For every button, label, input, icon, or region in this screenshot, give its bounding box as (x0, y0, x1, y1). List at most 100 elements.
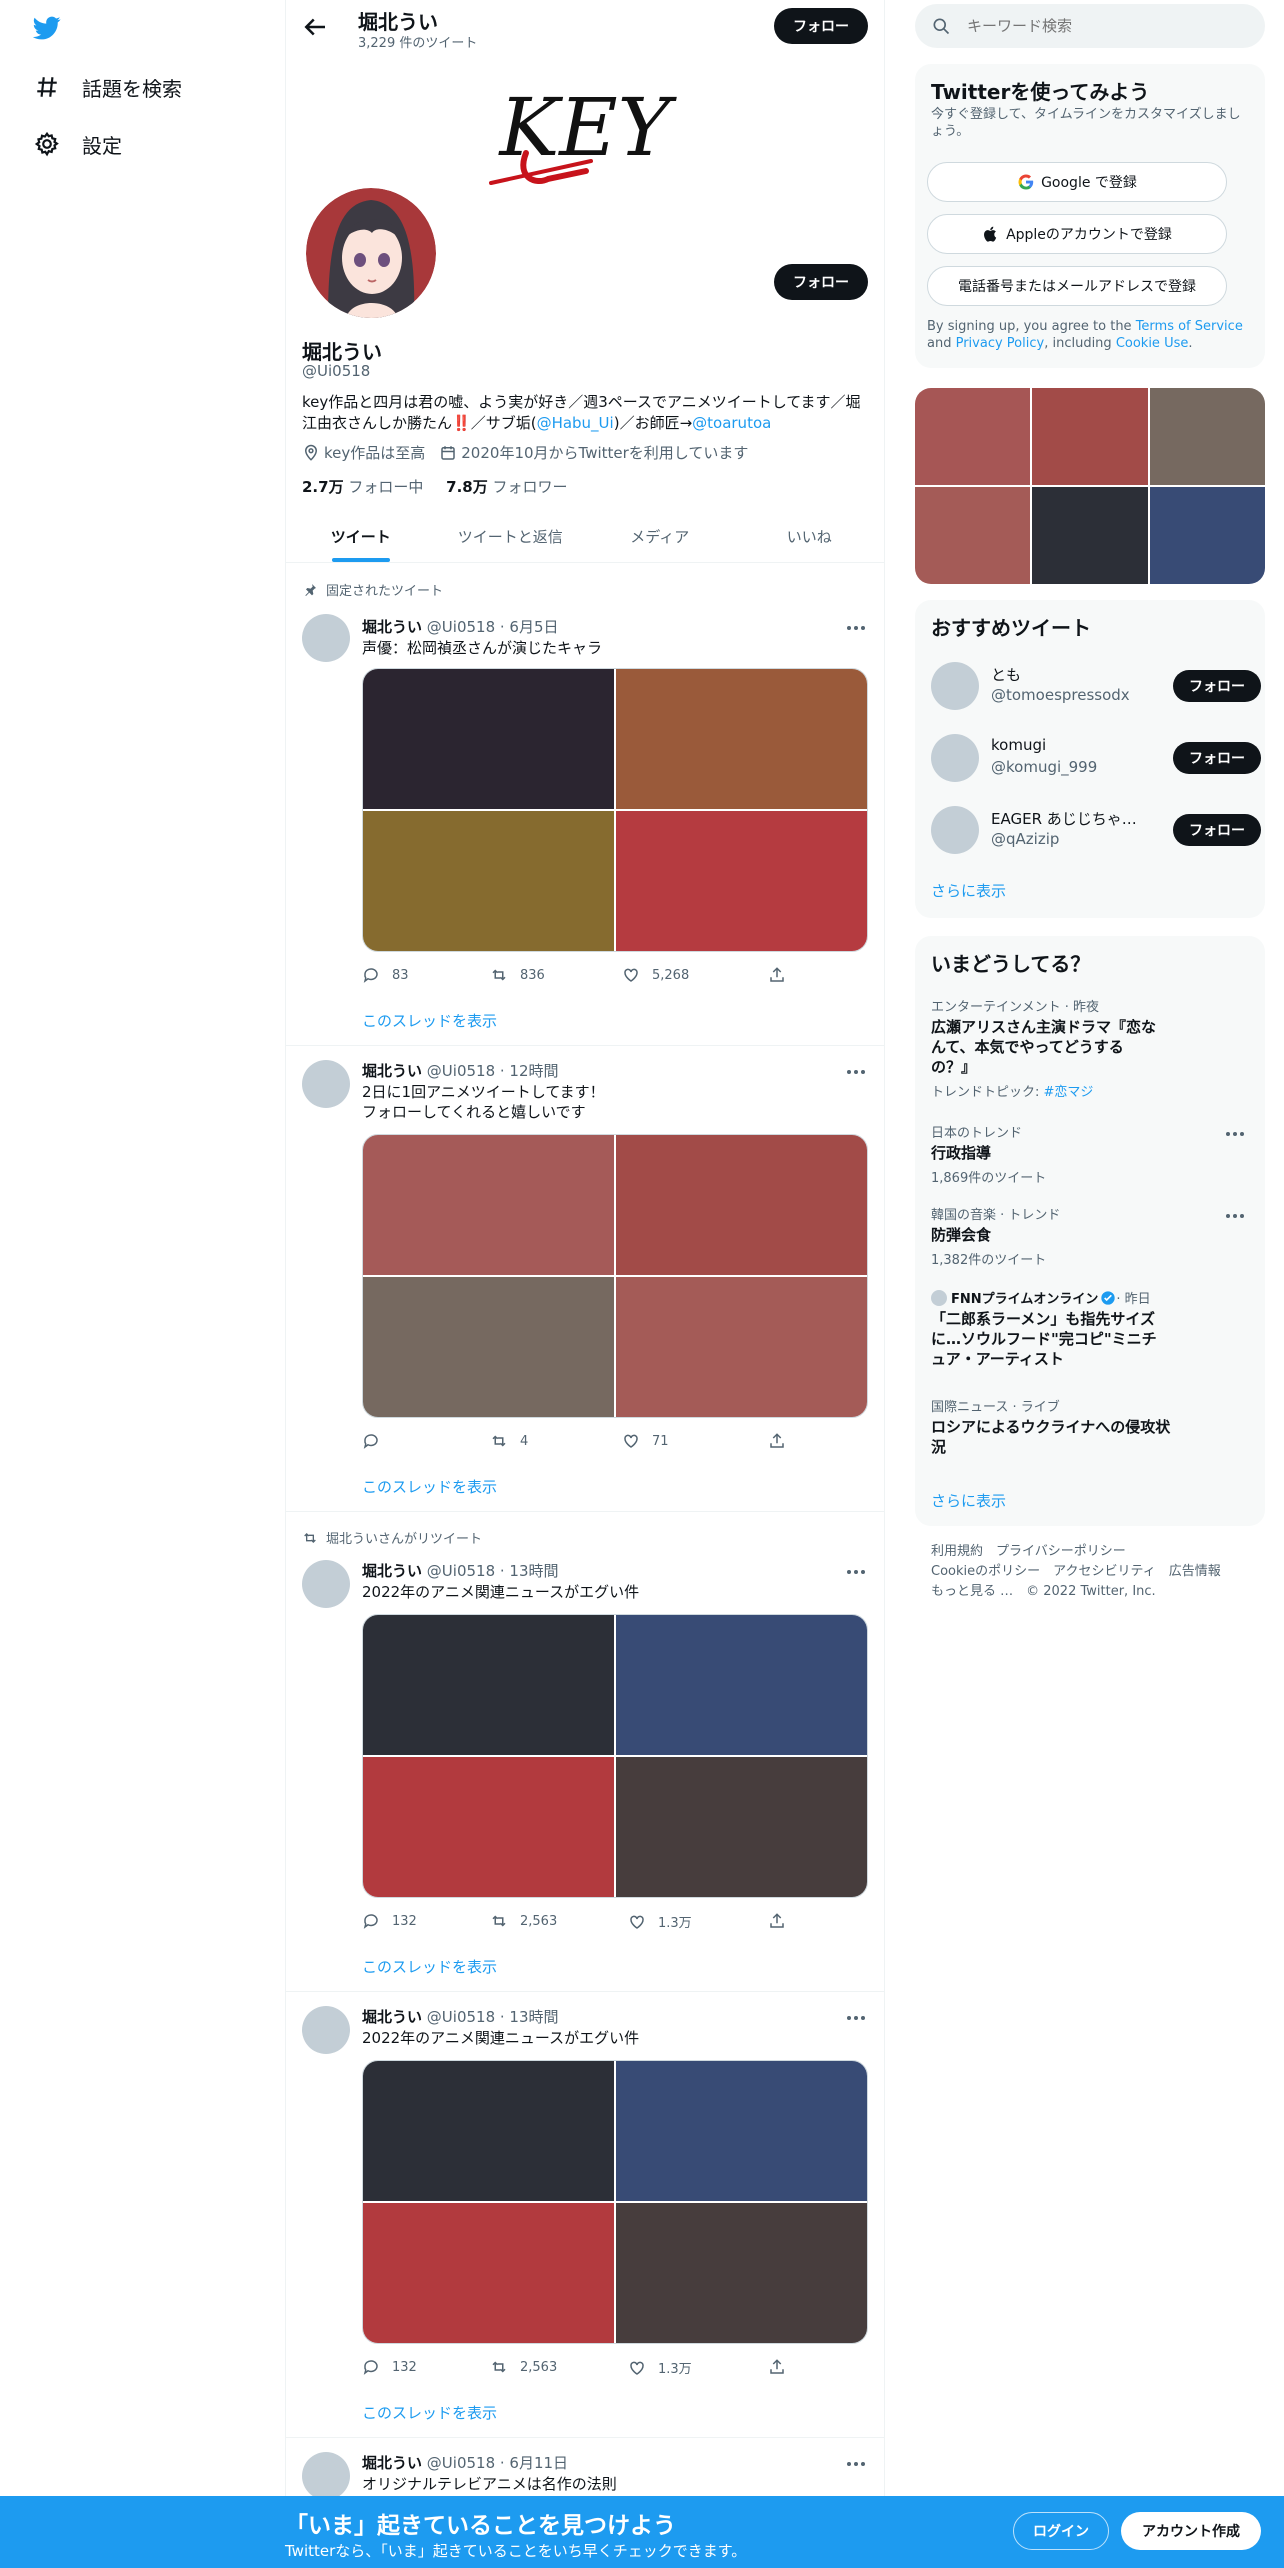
tweet-image[interactable] (616, 669, 867, 809)
tweet-image[interactable] (616, 1135, 867, 1275)
create-account-button[interactable]: アカウント作成 (1121, 2512, 1261, 2550)
trend-item[interactable]: エンターテインメント · 昨夜 広瀬アリスさん主演ドラマ『恋なんて、本気でやって… (931, 996, 1251, 1100)
privacy-link[interactable]: Privacy Policy (956, 336, 1045, 351)
tweet[interactable]: 固定されたツイート 堀北うい @Ui0518 · 6月5日 声優：松岡禎丞さんが… (286, 564, 884, 1046)
media-thumb[interactable] (915, 487, 1031, 584)
like-button[interactable]: 71 (622, 1432, 669, 1450)
more-icon[interactable] (844, 1062, 868, 1082)
tweet-image[interactable] (363, 669, 614, 809)
share-button[interactable] (768, 966, 798, 984)
retweet-button[interactable]: 4 (490, 1432, 528, 1450)
back-arrow-icon[interactable] (300, 12, 330, 42)
trend-item[interactable]: 国際ニュース · ライブ ロシアによるウクライナへの侵攻状況 (931, 1396, 1251, 1457)
reply-button[interactable]: 132 (362, 1912, 417, 1930)
tab-likes[interactable]: いいね (735, 510, 885, 562)
media-thumb[interactable] (1032, 388, 1148, 485)
more-icon[interactable] (844, 1562, 868, 1582)
tweet-image[interactable] (616, 2203, 867, 2343)
share-button[interactable] (768, 1432, 798, 1450)
tweet-avatar[interactable] (302, 1060, 350, 1108)
tweet-image[interactable] (363, 1757, 614, 1897)
more-icon[interactable] (844, 2008, 868, 2028)
suggestion-follow-button[interactable]: フォロー (1173, 670, 1261, 702)
suggestions-more-link[interactable]: さらに表示 (931, 880, 1006, 901)
retweeted-by-label[interactable]: 堀北ういさんがリツイート (326, 1528, 482, 1547)
tweet-image[interactable] (363, 1277, 614, 1417)
follow-button[interactable]: フォロー (774, 264, 868, 300)
media-thumb[interactable] (1032, 487, 1148, 584)
followers-link[interactable]: 7.8万 フォロワー (446, 478, 567, 496)
show-thread-link[interactable]: このスレッドを表示 (362, 1010, 497, 1031)
tweet-image[interactable] (363, 1615, 614, 1755)
trend-item[interactable]: 韓国の音楽 · トレンド 防弾会食 1,382件のツイート (931, 1204, 1251, 1268)
tweet[interactable]: 堀北うい @Ui0518 · 13時間 2022年のアニメ関連ニュースがエグい件… (286, 1992, 884, 2438)
suggestion-follow-button[interactable]: フォロー (1173, 814, 1261, 846)
tweet-image[interactable] (363, 1135, 614, 1275)
cookie-link[interactable]: Cookie Use (1116, 336, 1189, 351)
suggestion-item[interactable]: komugi @komugi_999 フォロー (931, 730, 1261, 786)
share-button[interactable] (768, 2358, 798, 2376)
reply-button[interactable] (362, 1432, 392, 1450)
show-thread-link[interactable]: このスレッドを表示 (362, 2402, 497, 2423)
tweet[interactable]: 堀北ういさんがリツイート 堀北うい @Ui0518 · 13時間 2022年のア… (286, 1512, 884, 1992)
nav-explore[interactable]: 話題を検索 (34, 67, 182, 107)
suggestion-item[interactable]: とも @tomoespressodx フォロー (931, 658, 1261, 714)
tweet-avatar[interactable] (302, 1560, 350, 1608)
footer-links-1[interactable]: 利用規約 プライバシーポリシー (931, 1542, 1261, 1562)
media-thumb[interactable] (1149, 487, 1265, 584)
tweet-avatar[interactable] (302, 2452, 350, 2500)
header-follow-button[interactable]: フォロー (774, 8, 868, 44)
footer-links-3[interactable]: もっと見る … © 2022 Twitter, Inc. (931, 1582, 1261, 1602)
tweet[interactable]: 堀北うい @Ui0518 · 12時間 2日に1回アニメツイートしてます！ フォ… (286, 1046, 884, 1512)
following-link[interactable]: 2.7万 フォロー中 (302, 478, 423, 496)
bio-link-toarutoa[interactable]: @toarutoa (692, 414, 771, 432)
terms-link[interactable]: Terms of Service (1136, 319, 1243, 334)
share-button[interactable] (768, 1912, 798, 1930)
tweet-author[interactable]: 堀北うい (362, 1062, 422, 1080)
tweet-media[interactable] (362, 1134, 868, 1418)
suggestion-name[interactable]: komugi (991, 736, 1141, 754)
retweet-button[interactable]: 2,563 (490, 2358, 557, 2376)
tweet-author[interactable]: 堀北うい (362, 2008, 422, 2026)
trends-more-link[interactable]: さらに表示 (931, 1490, 1006, 1511)
tweet-image[interactable] (616, 811, 867, 951)
tweet-media[interactable] (362, 1614, 868, 1898)
tweet-image[interactable] (363, 2203, 614, 2343)
reply-button[interactable]: 132 (362, 2358, 417, 2376)
nav-settings[interactable]: 設定 (34, 124, 122, 164)
suggestion-name[interactable]: EAGER あじじちゃ… (991, 808, 1141, 829)
more-icon[interactable] (1223, 1206, 1247, 1226)
tweet-image[interactable] (616, 2061, 867, 2201)
tweet-author[interactable]: 堀北うい (362, 1562, 422, 1580)
tweet-image[interactable] (616, 1757, 867, 1897)
like-button[interactable]: 1.3万 (628, 1912, 692, 1931)
tweet-author[interactable]: 堀北うい (362, 2454, 422, 2472)
trend-item[interactable]: FNNプライムオンライン · 昨日 「二郎系ラーメン」も指先サイズに…ソウルフー… (931, 1288, 1251, 1369)
retweet-button[interactable]: 2,563 (490, 1912, 557, 1930)
profile-avatar[interactable] (302, 184, 440, 322)
bio-link-habu[interactable]: @Habu_Ui (537, 414, 614, 432)
suggestion-name[interactable]: とも (991, 664, 1141, 685)
tweet-image[interactable] (363, 2061, 614, 2201)
suggestion-follow-button[interactable]: フォロー (1173, 742, 1261, 774)
retweet-button[interactable]: 836 (490, 966, 545, 984)
search-bar[interactable] (915, 4, 1265, 48)
email-signup-button[interactable]: 電話番号またはメールアドレスで登録 (927, 266, 1227, 306)
trend-hashtag-link[interactable]: #恋マジ (1044, 1085, 1094, 1100)
suggestion-avatar[interactable] (931, 806, 979, 854)
footer-links-2[interactable]: Cookieのポリシー アクセシビリティ 広告情報 (931, 1562, 1261, 1582)
login-button[interactable]: ログイン (1013, 2512, 1109, 2550)
show-thread-link[interactable]: このスレッドを表示 (362, 1476, 497, 1497)
tab-tweets[interactable]: ツイート (286, 510, 436, 562)
apple-signup-button[interactable]: Appleのアカウントで登録 (927, 214, 1227, 254)
more-icon[interactable] (844, 2454, 868, 2474)
google-signup-button[interactable]: Google で登録 (927, 162, 1227, 202)
tab-tweets-replies[interactable]: ツイートと返信 (436, 510, 586, 562)
tweet-image[interactable] (616, 1615, 867, 1755)
more-icon[interactable] (1223, 1124, 1247, 1144)
tweet-image[interactable] (363, 811, 614, 951)
like-button[interactable]: 1.3万 (628, 2358, 692, 2377)
show-thread-link[interactable]: このスレッドを表示 (362, 1956, 497, 1977)
suggestion-item[interactable]: EAGER あじじちゃ… @qAzizip フォロー (931, 802, 1261, 858)
tweet-media[interactable] (362, 668, 868, 952)
